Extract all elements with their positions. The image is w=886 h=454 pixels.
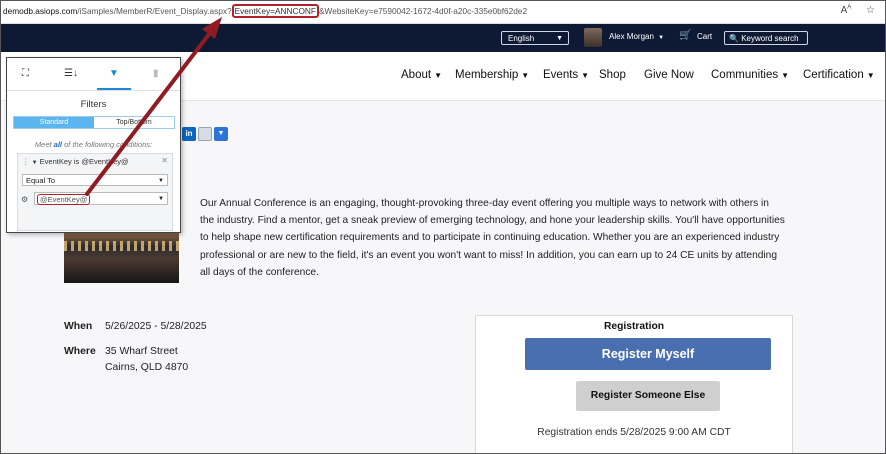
- screenshot-frame: demodb.asiops.com/iSamples/MemberR/Event…: [0, 0, 886, 454]
- callout-arrow: [85, 17, 222, 196]
